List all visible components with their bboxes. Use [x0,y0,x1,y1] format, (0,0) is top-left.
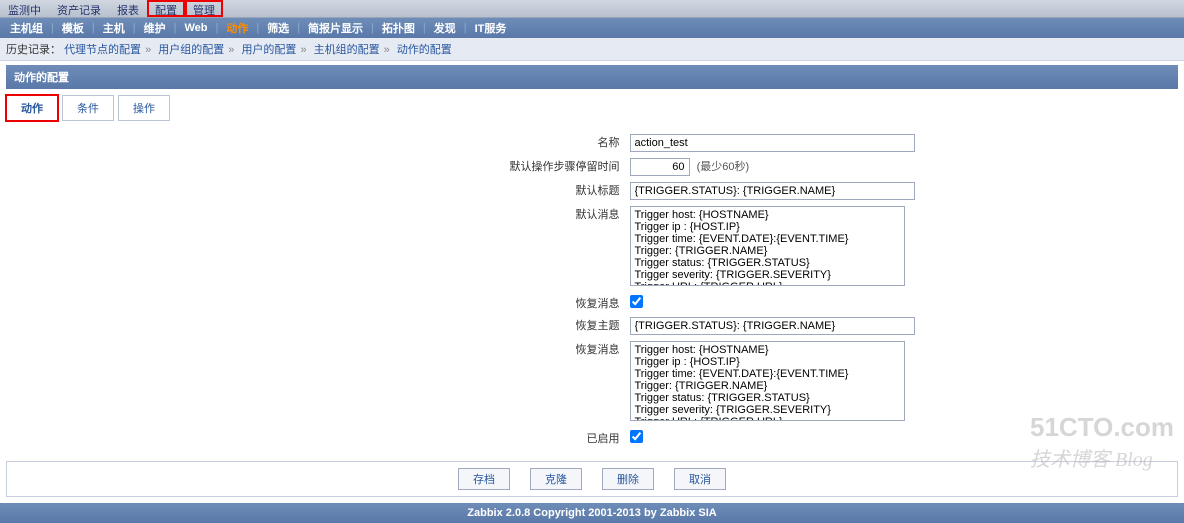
enabled-checkbox[interactable] [630,430,643,443]
delete-button[interactable]: 删除 [602,468,654,490]
message-label: 默认消息 [270,203,630,292]
subnav-hostgroups[interactable]: 主机组 [2,18,51,38]
default-message-textarea[interactable] [630,206,905,286]
tab-action[interactable]: 动作 [6,95,58,121]
subnav-itservices[interactable]: IT服务 [467,18,515,38]
subject-label: 默认标题 [270,179,630,203]
clone-button[interactable]: 克隆 [530,468,582,490]
tab-conditions[interactable]: 条件 [62,95,114,121]
default-subject-input[interactable] [630,182,915,200]
step-duration-input[interactable] [630,158,690,176]
topnav-admin[interactable]: 管理 [185,0,223,17]
step-label: 默认操作步骤停留时间 [270,155,630,179]
save-button[interactable]: 存档 [458,468,510,490]
recovery-subject-input[interactable] [630,317,915,335]
subnav-screens[interactable]: 筛选 [259,18,297,38]
subnav-maps[interactable]: 拓扑图 [374,18,423,38]
button-bar: 存档 克隆 删除 取消 [6,461,1178,497]
subnav-maintenance[interactable]: 维护 [136,18,174,38]
r-message-label: 恢复消息 [270,338,630,427]
tab-operations[interactable]: 操作 [118,95,170,121]
subnav-hosts[interactable]: 主机 [95,18,133,38]
subnav-actions[interactable]: 动作 [218,18,256,38]
bc-proxy[interactable]: 代理节点的配置 [64,44,141,56]
topnav-monitor[interactable]: 监测中 [0,0,49,17]
subnav-web[interactable]: Web [176,20,215,36]
topnav-reports[interactable]: 报表 [109,0,147,17]
bc-hostgroup[interactable]: 主机组的配置 [314,44,380,56]
subnav-templates[interactable]: 模板 [54,18,92,38]
tabs: 动作 条件 操作 [6,95,1184,121]
action-form: 名称 默认操作步骤停留时间 (最少60秒) 默认标题 默认消息 恢复消息 恢复主… [270,131,915,449]
recovery-checkbox[interactable] [630,295,643,308]
footer: Zabbix 2.0.8 Copyright 2001-2013 by Zabb… [0,503,1184,523]
recovery-label: 恢复消息 [270,292,630,314]
bc-usergroup[interactable]: 用户组的配置 [158,44,224,56]
breadcrumb: 历史记录： 代理节点的配置» 用户组的配置» 用户的配置» 主机组的配置» 动作… [0,38,1184,61]
name-input[interactable] [630,134,915,152]
top-nav: 监测中 资产记录 报表 配置 管理 [0,0,1184,18]
sub-nav: 主机组| 模板| 主机| 维护| Web| 动作| 筛选| 简报片显示| 拓扑图… [0,18,1184,38]
breadcrumb-label: 历史记录： [6,44,61,56]
topnav-config[interactable]: 配置 [147,0,185,17]
enabled-label: 已启用 [270,427,630,449]
subnav-discovery[interactable]: 发现 [426,18,464,38]
bc-user[interactable]: 用户的配置 [241,44,296,56]
cancel-button[interactable]: 取消 [674,468,726,490]
topnav-inventory[interactable]: 资产记录 [49,0,109,17]
r-subject-label: 恢复主题 [270,314,630,338]
page-title: 动作的配置 [6,65,1178,89]
step-note: (最少60秒) [697,161,750,173]
bc-action[interactable]: 动作的配置 [397,44,452,56]
recovery-message-textarea[interactable] [630,341,905,421]
subnav-slideshow[interactable]: 简报片显示 [300,18,371,38]
name-label: 名称 [270,131,630,155]
